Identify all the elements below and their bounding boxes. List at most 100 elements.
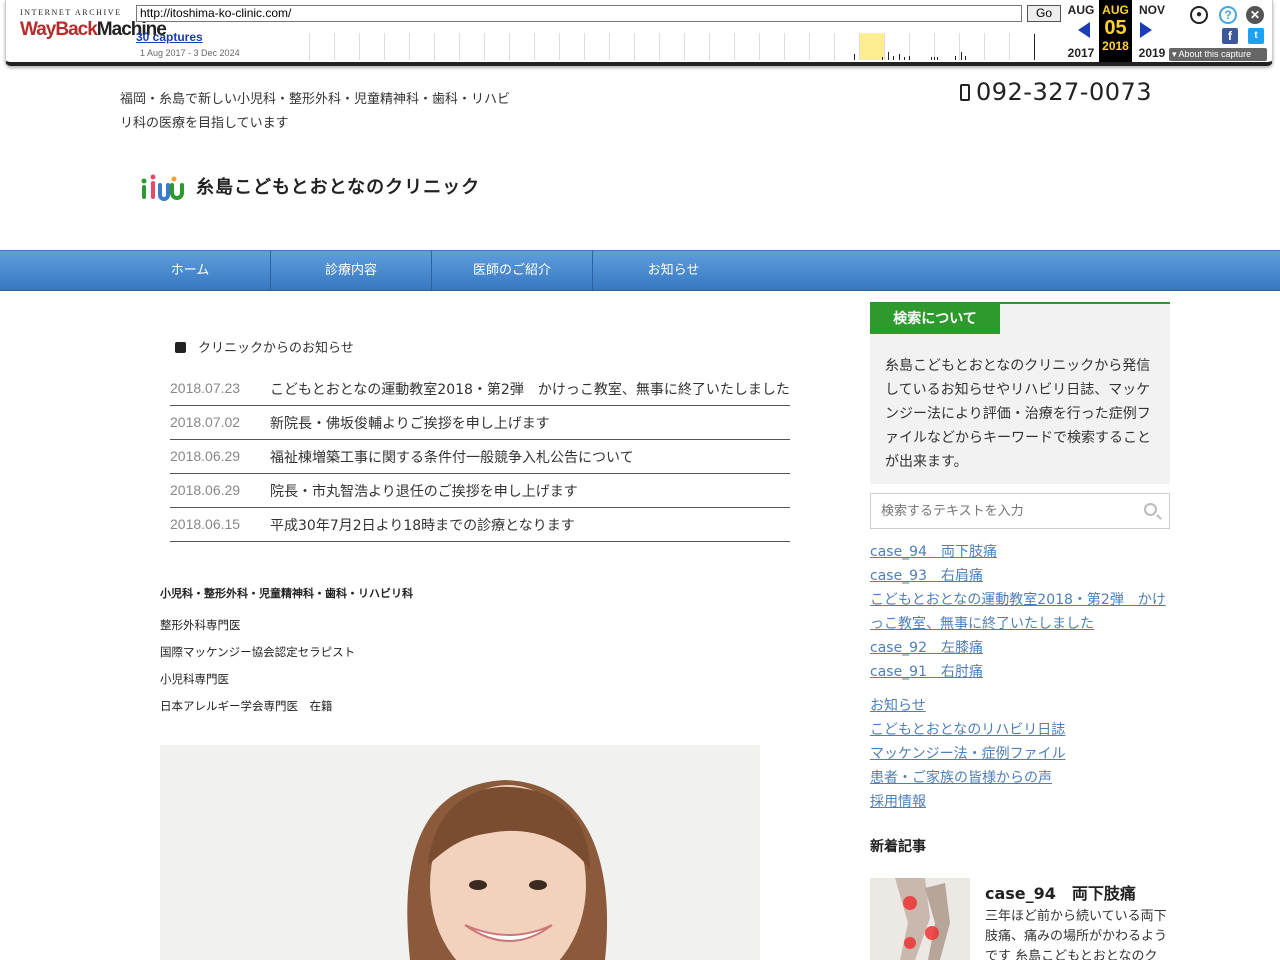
newest-post-thumbnail[interactable] [870, 878, 970, 960]
wayback-captures-link[interactable]: 30 captures [136, 30, 203, 44]
sparkline-bar [909, 56, 910, 60]
search-input[interactable] [871, 494, 1131, 528]
sparkline-cell [609, 33, 634, 60]
sidebar-links: case_94 両下肢痛 case_93 右肩痛 こどもとおとなの運動教室201… [870, 540, 1170, 814]
category-link[interactable]: マッケンジー法・症例ファイル [870, 742, 1170, 766]
sparkline-cell [734, 33, 759, 60]
sparkline-cell [1009, 33, 1034, 60]
twitter-icon[interactable]: t [1248, 28, 1264, 44]
wayback-next-arrow-icon[interactable] [1140, 22, 1152, 38]
wayback-logo-top: INTERNET ARCHIVE [20, 8, 122, 17]
newest-post-title[interactable]: case_94 両下肢痛 [985, 880, 1136, 904]
news-title[interactable]: 新院長・佛坂俊輔よりご挨拶を申し上げます [270, 413, 550, 433]
recent-post-link[interactable]: case_92 左膝痛 [870, 636, 1170, 660]
recent-post-link[interactable]: case_94 両下肢痛 [870, 540, 1170, 564]
sparkline-cell [859, 33, 884, 60]
sparkline-cell [634, 33, 659, 60]
sparkline-bar [934, 57, 935, 60]
sparkline-bar [961, 52, 962, 60]
about-label: About this capture [1178, 49, 1252, 59]
facebook-icon[interactable]: f [1222, 28, 1238, 44]
wayback-prev-year[interactable]: 2017 [1066, 46, 1096, 60]
sparkline-bar [893, 56, 894, 60]
news-title[interactable]: 福祉棟増築工事に関する条件付一般競争入札公告について [270, 447, 634, 467]
intro-line: 国際マッケンジー協会認定セラピスト [160, 645, 356, 659]
category-link[interactable]: こどもとおとなのリハビリ日誌 [870, 718, 1170, 742]
sparkline-cell [359, 33, 384, 60]
nav-item-services[interactable]: 診療内容 [271, 251, 432, 291]
wayback-next-year[interactable]: 2019 [1137, 46, 1167, 60]
sparkline-bar [854, 54, 855, 60]
search-info-text: 糸島こどもとおとなのクリニックから発信しているお知らせやリハビリ日誌、マッケンジ… [885, 358, 1151, 470]
category-link[interactable]: 患者・ご家族の皆様からの声 [870, 766, 1170, 790]
news-title[interactable]: 院長・市丸智浩より退任のご挨拶を申し上げます [270, 481, 578, 501]
news-item[interactable]: 2018.07.23 こどもとおとなの運動教室2018・第2弾 かけっこ教室、無事… [170, 372, 790, 406]
sparkline-cell [984, 33, 1009, 60]
sparkline-cell [959, 33, 984, 60]
search-icon[interactable] [1144, 503, 1157, 516]
news-item[interactable]: 2018.06.29 院長・市丸智浩より退任のご挨拶を申し上げます [170, 474, 790, 508]
intro-line: 小児科専門医 [160, 672, 229, 686]
wayback-toolbar: INTERNET ARCHIVE WayBackMachine http://i… [5, 0, 1273, 66]
wayback-next-month[interactable]: NOV [1137, 3, 1167, 17]
news-list: 2018.07.23 こどもとおとなの運動教室2018・第2弾 かけっこ教室、無事… [170, 372, 790, 542]
sparkline-bar [899, 54, 900, 60]
wayback-about-capture[interactable]: ▾ About this capture [1169, 48, 1267, 61]
sparkline-bar [931, 57, 932, 60]
wayback-sparkline[interactable] [309, 33, 1061, 60]
wayback-cur-day: 05 [1104, 17, 1127, 39]
sparkline-cell [334, 33, 359, 60]
news-item[interactable]: 2018.07.02 新院長・佛坂俊輔よりご挨拶を申し上げます [170, 406, 790, 440]
sparkline-bar [882, 57, 883, 60]
links-divider [870, 684, 1170, 694]
recent-post-link[interactable]: case_91 右肘痛 [870, 660, 1170, 684]
sparkline-bar [1034, 34, 1035, 60]
nav-item-doctors[interactable]: 医師のご紹介 [432, 251, 593, 291]
sparkline-cell [484, 33, 509, 60]
wayback-prev-month[interactable]: AUG [1066, 3, 1096, 17]
news-date: 2018.06.29 [170, 448, 241, 464]
help-icon[interactable]: ? [1219, 6, 1237, 24]
category-link[interactable]: 採用情報 [870, 790, 1170, 814]
wayback-logo-way: WayBack [20, 19, 98, 40]
clinic-name: 糸島こどもとおとなのクリニック [196, 177, 481, 198]
news-date: 2018.06.15 [170, 516, 241, 532]
news-date: 2018.06.29 [170, 482, 241, 498]
close-icon[interactable]: ✕ [1246, 6, 1264, 24]
sparkline-cell [909, 33, 934, 60]
newest-heading: 新着記事 [870, 839, 926, 855]
intro-line: 整形外科専門医 [160, 618, 241, 632]
sparkline-cell [409, 33, 434, 60]
wayback-url-input[interactable]: http://itoshima-ko-clinic.com/ [136, 5, 1022, 22]
phone-icon [960, 84, 970, 101]
news-title[interactable]: 平成30年7月2日より18時までの診療となります [270, 515, 575, 535]
wayback-logo[interactable]: INTERNET ARCHIVE WayBackMachine [20, 8, 167, 50]
sparkline-cell [584, 33, 609, 60]
news-date: 2018.07.02 [170, 414, 241, 430]
news-title[interactable]: こどもとおとなの運動教室2018・第2弾 かけっこ教室、無事に終了いたしました [270, 379, 790, 399]
news-item[interactable]: 2018.06.15 平成30年7月2日より18時までの診療となります [170, 508, 790, 542]
nav-item-news[interactable]: お知らせ [593, 251, 754, 291]
intro-heading: 小児科・整形外科・児童精神科・歯科・リハビリ科 [160, 587, 413, 600]
news-item[interactable]: 2018.06.29 福祉棟増築工事に関する条件付一般競争入札公告について [170, 440, 790, 474]
category-link[interactable]: お知らせ [870, 694, 1170, 718]
wayback-prev-arrow-icon[interactable] [1078, 22, 1090, 38]
rss-icon[interactable] [175, 342, 186, 353]
sparkline-bar [965, 56, 966, 60]
sparkline-cell [834, 33, 859, 60]
phone-number[interactable]: 092-327-0073 [960, 78, 1152, 106]
sparkline-cell [809, 33, 834, 60]
nav-item-home[interactable]: ホーム [110, 251, 271, 291]
phone-text: 092-327-0073 [976, 78, 1153, 106]
news-heading-text: クリニックからのお知らせ [198, 341, 354, 356]
sparkline-cell [784, 33, 809, 60]
news-date: 2018.07.23 [170, 380, 241, 396]
newest-post-excerpt: 三年ほど前から続いている両下肢痛、痛みの場所がかわるようです 糸島こどもとおとな… [985, 909, 1168, 960]
recent-post-link[interactable]: こどもとおとなの運動教室2018・第2弾 かけっこ教室、無事に終了いたしました [870, 588, 1170, 636]
wayback-cur-month: AUG [1102, 3, 1129, 17]
wayback-capture-range: 1 Aug 2017 - 3 Dec 2024 [140, 48, 240, 58]
recent-post-link[interactable]: case_93 右肩痛 [870, 564, 1170, 588]
wayback-current-date: AUG 05 2018 [1099, 0, 1132, 62]
wayback-go-button[interactable]: Go [1027, 5, 1061, 22]
user-icon[interactable]: ● [1190, 6, 1208, 24]
